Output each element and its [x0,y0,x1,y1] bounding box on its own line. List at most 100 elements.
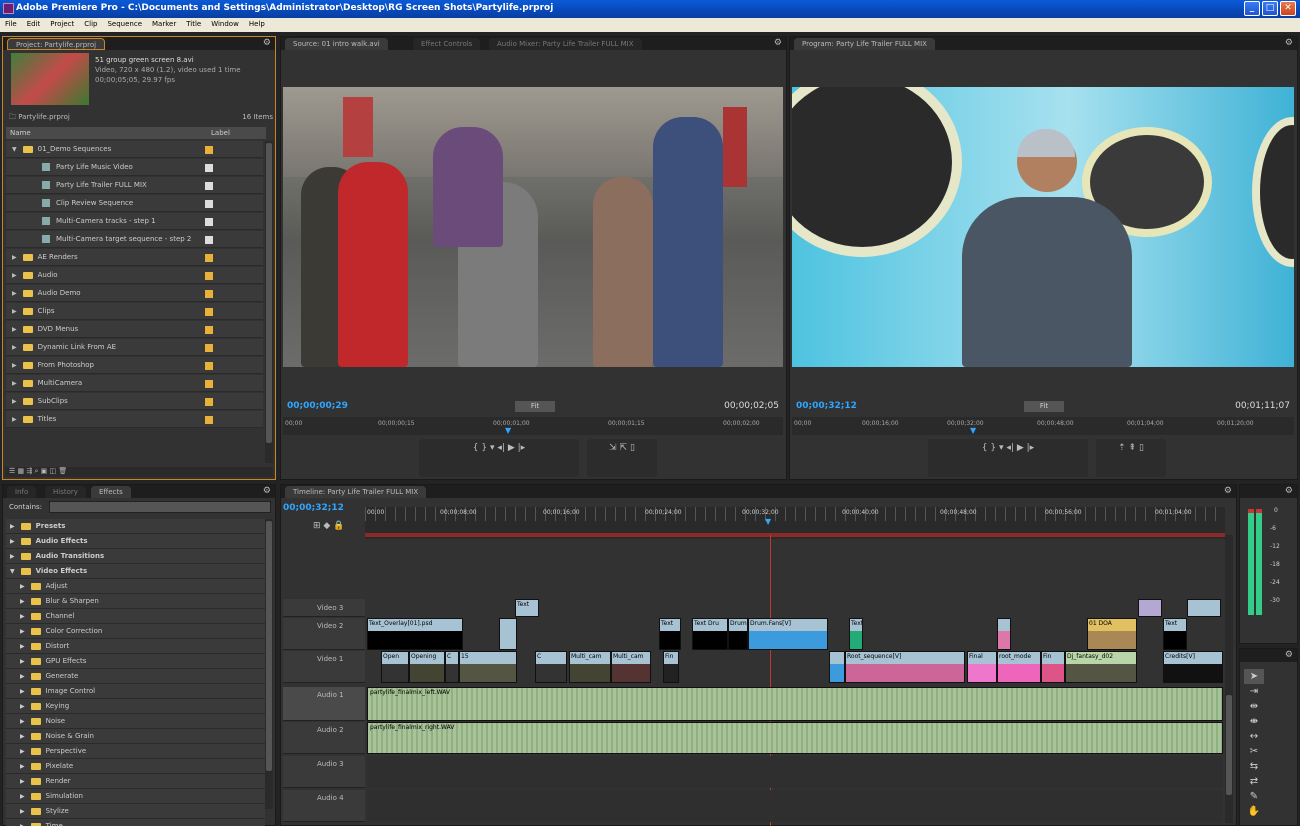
timeline-clip[interactable]: Opening [409,651,445,683]
effects-row[interactable]: ▶ Keying [6,699,265,714]
expand-right-icon[interactable]: ▶ [12,357,17,374]
timeline-clip[interactable]: Text[V] [849,618,863,650]
menu-sequence[interactable]: Sequence [102,18,147,30]
expand-right-icon[interactable]: ▶ [20,598,25,605]
timeline-clip[interactable]: Multi_cam [569,651,611,683]
list-view-icon[interactable]: ☰ [9,467,15,475]
set-marker-icon[interactable]: ▾ [490,443,495,453]
effects-row[interactable]: ▶ Audio Transitions [6,549,265,564]
project-row[interactable]: Party Life Trailer FULL MIX [6,177,263,194]
source-ruler[interactable]: 00;00 00;00;00;15 00;00;01;00 00;00;01;1… [283,417,783,435]
tab-audio-mixer[interactable]: Audio Mixer: Party Life Trailer FULL MIX [489,38,642,50]
menu-marker[interactable]: Marker [147,18,181,30]
effects-row[interactable]: ▶ Stylize [6,804,265,819]
project-row[interactable]: ▼ 01_Demo Sequences [6,141,263,158]
expand-right-icon[interactable]: ▶ [12,249,17,266]
timeline-clip[interactable] [1138,599,1162,617]
panel-menu-icon[interactable]: ⚙ [263,486,271,496]
project-row[interactable]: ▶ DVD Menus [6,321,263,338]
effects-row[interactable]: ▶ Simulation [6,789,265,804]
menu-project[interactable]: Project [45,18,79,30]
timeline-clip[interactable]: Text [659,618,681,650]
project-row[interactable]: ▶ AE Renders [6,249,263,266]
timeline-clip[interactable]: Fin [663,651,679,683]
pen-tool-icon[interactable]: ✎ [1244,789,1264,804]
lift-icon[interactable]: ⇡ [1118,443,1126,453]
effects-row[interactable]: ▶ Presets [6,519,265,534]
program-timecode[interactable]: 00;00;32;12 [796,401,857,411]
icon-view-icon[interactable]: ▦ [18,467,25,475]
effects-row[interactable]: ▶ GPU Effects [6,654,265,669]
expand-right-icon[interactable]: ▶ [12,411,17,428]
mark-out-icon[interactable]: } [990,443,996,453]
slip-tool-icon[interactable]: ⇆ [1244,759,1264,774]
snap-icon[interactable]: ⊞ [313,521,321,531]
panel-menu-icon[interactable]: ⚙ [774,38,782,48]
expand-down-icon[interactable]: ▼ [10,568,15,575]
find-icon[interactable]: ⌕ [34,467,38,475]
step-back-icon[interactable]: ◂| [497,443,505,453]
set-marker-icon[interactable]: ◆ [323,521,330,531]
timeline-clip[interactable]: Text Dru [692,618,728,650]
effects-row[interactable]: ▶ Adjust [6,579,265,594]
maximize-button[interactable]: □ [1262,1,1278,16]
track-header-video3[interactable]: Video 3 [283,599,365,617]
timeline-clip[interactable]: Credits[V] [1163,651,1223,683]
expand-right-icon[interactable]: ▶ [20,658,25,665]
expand-right-icon[interactable]: ▶ [20,763,25,770]
project-row[interactable]: ▶ Titles [6,411,263,428]
timeline-clip[interactable] [829,651,845,683]
mark-out-icon[interactable]: } [481,443,487,453]
new-bin-icon[interactable]: ▣ [41,467,48,475]
timeline-clip[interactable]: Dj_fantasy_d02 [1065,651,1137,683]
expand-right-icon[interactable]: ▶ [20,628,25,635]
effects-row[interactable]: ▶Time [6,819,265,826]
tab-info[interactable]: Info [7,486,37,498]
effects-row[interactable]: ▶ Render [6,774,265,789]
effects-row[interactable]: ▶ Blur & Sharpen [6,594,265,609]
hand-tool-icon[interactable]: ✋ [1244,804,1264,819]
tab-project[interactable]: Project: Partylife.prproj [7,38,106,50]
work-area-bar[interactable] [365,533,1225,537]
expand-right-icon[interactable]: ▶ [10,553,15,560]
timeline-clip[interactable]: Text [1163,618,1187,650]
timeline-clip[interactable]: Final [967,651,997,683]
expand-right-icon[interactable]: ▶ [12,393,17,410]
new-item-icon[interactable]: ◫ [50,467,57,475]
lock-icon[interactable]: 🔒 [333,521,344,531]
tab-effects[interactable]: Effects [91,486,131,498]
play-icon[interactable]: ▶ [1017,443,1024,453]
expand-right-icon[interactable]: ▶ [10,538,15,545]
trim-icon[interactable]: ▯ [1139,443,1144,453]
menu-clip[interactable]: Clip [79,18,102,30]
project-row[interactable]: Clip Review Sequence [6,195,263,212]
timeline-clip[interactable] [1187,599,1221,617]
menu-window[interactable]: Window [206,18,244,30]
step-forward-icon[interactable]: |▸ [1027,443,1035,453]
column-label[interactable]: Label [211,127,230,139]
timeline-clip[interactable]: Text_Overlay[01].psd [367,618,463,650]
tab-history[interactable]: History [45,486,86,498]
effects-row[interactable]: ▶ Distort [6,639,265,654]
effects-search-input[interactable] [49,501,271,513]
timeline-clip[interactable]: C [535,651,567,683]
tab-source[interactable]: Source: 01 intro walk.avi [285,38,388,50]
expand-right-icon[interactable]: ▶ [20,793,25,800]
project-row[interactable]: Party Life Music Video [6,159,263,176]
timeline-clip[interactable]: 15 [459,651,517,683]
timeline-clip[interactable]: C [445,651,459,683]
timeline-clip[interactable]: Drum.Fans[V] [748,618,828,650]
expand-right-icon[interactable]: ▶ [20,673,25,680]
source-timecode[interactable]: 00;00;00;29 [287,401,348,411]
program-fit-dropdown[interactable]: Fit [1024,401,1064,412]
expand-right-icon[interactable]: ▶ [12,285,17,302]
panel-menu-icon[interactable]: ⚙ [1285,650,1293,660]
clear-icon[interactable]: 🗑 [58,467,67,475]
project-row[interactable]: Multi-Camera target sequence - step 2 [6,231,263,248]
project-row[interactable]: ▶ Dynamic Link From AE [6,339,263,356]
expand-right-icon[interactable]: ▶ [20,748,25,755]
insert-icon[interactable]: ⇲ [609,443,617,453]
project-scrollbar[interactable] [265,141,273,463]
project-row[interactable]: ▶ From Photoshop [6,357,263,374]
track-header-audio1[interactable]: Audio 1 [283,687,365,721]
